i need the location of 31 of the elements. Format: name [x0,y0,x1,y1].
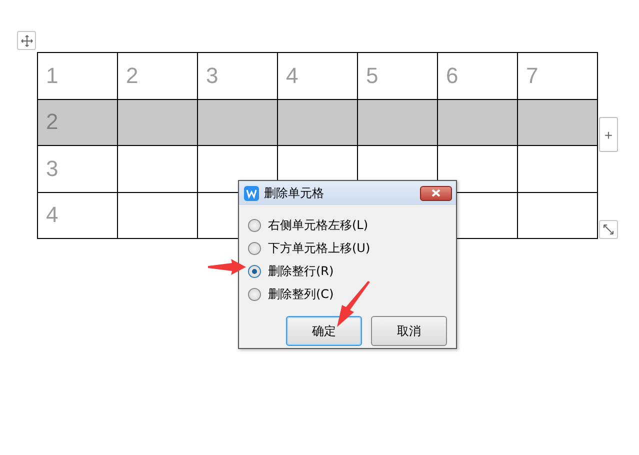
add-row-button[interactable]: + [599,117,618,152]
move-icon [20,34,32,46]
close-icon [431,189,441,197]
radio-option[interactable]: 删除整行(R) [248,260,447,283]
radio-button[interactable] [248,288,261,301]
table-cell: 2 [118,52,198,99]
table-cell: 4 [278,52,358,99]
table-cell: 3 [38,146,118,192]
resize-icon [603,224,614,235]
dialog-button[interactable]: 取消 [371,316,447,346]
radio-option[interactable]: 右侧单元格左移(L) [248,214,447,237]
close-button[interactable] [420,186,452,200]
table-cell: 3 [198,52,278,99]
pointer-arrow [337,281,370,327]
app-icon [244,186,259,200]
radio-button[interactable] [248,265,261,278]
pointer-arrow [208,259,246,275]
table-cell: 2 [38,99,118,146]
dialog-button[interactable]: 确定 [286,316,362,346]
table-cell: 7 [518,52,598,99]
radio-button[interactable] [248,219,261,232]
radio-option[interactable]: 删除整列(C) [248,283,447,306]
radio-option[interactable]: 下方单元格上移(U) [248,237,447,260]
radio-button[interactable] [248,242,261,255]
table-cell: 4 [38,192,118,238]
move-handle[interactable] [17,31,36,50]
table-cell: 6 [438,52,518,99]
table-cell: 1 [38,52,118,99]
resize-handle[interactable] [599,220,618,239]
table-cell: 5 [358,52,438,99]
dialog-title: 删除单元格 [264,184,325,202]
